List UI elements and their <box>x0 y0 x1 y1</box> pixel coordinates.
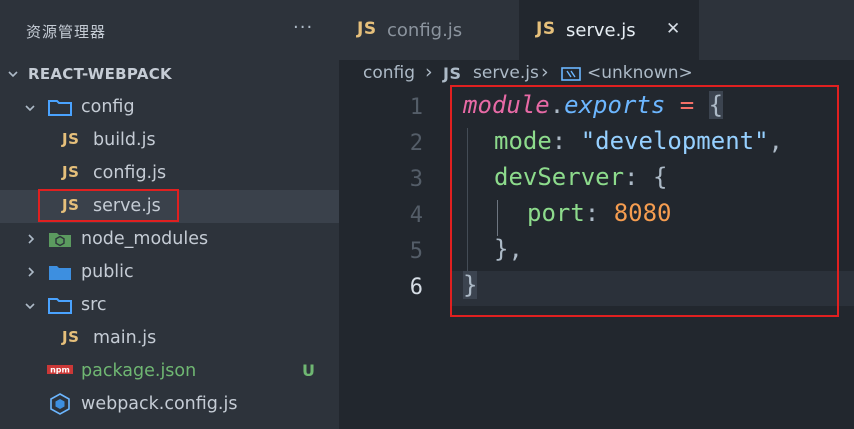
tree-item-label: config <box>81 97 135 117</box>
project-root[interactable]: REACT-WEBPACK <box>0 58 339 91</box>
explorer-title: 资源管理器 <box>26 23 107 41</box>
tab-label: config.js <box>387 20 463 41</box>
js-file-icon: JS <box>357 19 377 39</box>
folder-icon <box>49 266 71 280</box>
js-file-icon: JS <box>443 64 462 83</box>
folder-open-icon <box>48 298 72 314</box>
tab-label: serve.js <box>566 20 636 41</box>
node-folder-icon <box>49 233 71 247</box>
chevron-down-icon <box>8 71 18 78</box>
tree-folder-config[interactable]: config <box>0 91 339 124</box>
tree-file-webpack-config[interactable]: webpack.config.js <box>0 388 339 421</box>
tree-item-label: src <box>81 295 107 315</box>
tree-item-label: config.js <box>93 163 167 183</box>
explorer-header: 资源管理器 ··· <box>0 0 339 58</box>
js-file-icon: JS <box>62 163 80 181</box>
breadcrumb-separator: › <box>425 61 433 83</box>
line-number: 3 <box>409 167 423 192</box>
highlight-box-code <box>450 85 839 317</box>
highlight-box-serve-js <box>38 189 179 222</box>
line-number: 2 <box>409 131 423 156</box>
npm-icon: npm <box>47 365 73 374</box>
js-file-icon: JS <box>62 130 80 148</box>
tree-item-label: webpack.config.js <box>81 394 238 414</box>
line-number: 5 <box>409 239 423 264</box>
tree-folder-node-modules[interactable]: node_modules <box>0 223 339 256</box>
js-file-icon: JS <box>62 328 80 346</box>
tree-item-label: main.js <box>93 328 157 348</box>
webpack-icon <box>50 393 70 415</box>
line-number: 1 <box>409 95 423 120</box>
breadcrumb-symbol[interactable]: <unknown> <box>587 63 693 83</box>
project-name: REACT-WEBPACK <box>28 65 172 83</box>
chevron-right-icon <box>28 234 35 244</box>
more-actions-icon[interactable]: ··· <box>293 17 313 38</box>
explorer-sidebar: 资源管理器 ··· REACT-WEBPACK config JS build.… <box>0 0 339 429</box>
code-editor[interactable]: 1 2 3 4 5 6 module.exports = { mode: "de… <box>339 85 854 429</box>
folder-open-icon <box>48 100 72 116</box>
tree-item-label: build.js <box>93 130 156 150</box>
tree-file-package-json[interactable]: npm package.json U <box>0 355 339 388</box>
symbol-variable-icon <box>561 67 581 81</box>
tree-item-label: public <box>81 262 134 282</box>
close-icon[interactable]: ✕ <box>666 19 680 39</box>
tree-file-build-js[interactable]: JS build.js <box>0 124 339 157</box>
tab-serve-js[interactable]: JS serve.js ✕ <box>519 0 699 60</box>
tree-item-label: package.json <box>81 361 197 381</box>
line-number: 4 <box>409 203 423 228</box>
breadcrumb-folder[interactable]: config <box>363 63 415 83</box>
git-untracked-badge: U <box>302 361 315 380</box>
breadcrumb-separator: › <box>541 61 549 83</box>
tree-item-label: node_modules <box>81 229 209 249</box>
tab-config-js[interactable]: JS config.js <box>339 0 519 60</box>
breadcrumb-file[interactable]: serve.js <box>473 63 539 83</box>
js-file-icon: JS <box>536 19 556 39</box>
chevron-down-icon <box>25 105 35 112</box>
tree-file-config-js[interactable]: JS config.js <box>0 157 339 190</box>
tree-folder-src[interactable]: src <box>0 289 339 322</box>
svg-text:npm: npm <box>50 366 70 375</box>
tree-folder-public[interactable]: public <box>0 256 339 289</box>
chevron-down-icon <box>25 303 35 310</box>
editor-tab-bar: JS config.js JS serve.js ✕ <box>339 0 854 60</box>
chevron-right-icon <box>28 267 35 277</box>
tree-file-main-js[interactable]: JS main.js <box>0 322 339 355</box>
line-number-active: 6 <box>409 275 423 300</box>
